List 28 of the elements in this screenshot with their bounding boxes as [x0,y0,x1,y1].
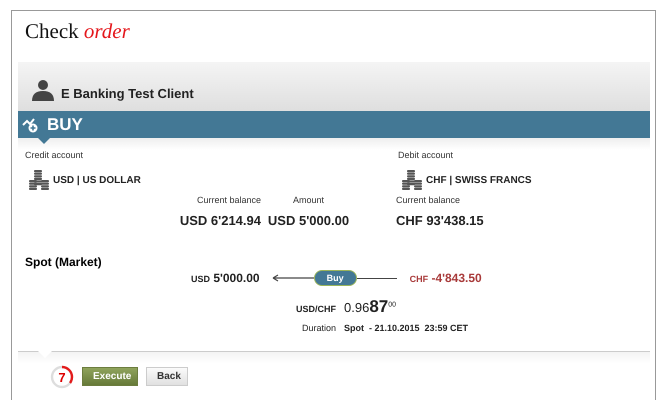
sell-amount: CHF -4'843.50 [410,271,482,285]
buy-pill: Buy [314,270,357,286]
countdown-timer: 7 [50,365,74,389]
balance-label: Current balance [196,195,261,205]
duration-label: Duration [300,323,336,333]
account-label: Credit account [25,150,84,160]
left-arrow-icon [272,274,314,282]
duration-value: Spot - 21.10.2015 23:59 CET [344,323,468,333]
balance-value: USD 6'214.94 [180,213,261,228]
rate-value: 0.9687$^{00}$ [344,297,396,317]
balance-label: Current balance [396,195,460,205]
rate-label: USD/CHF [295,304,336,314]
account-label: Debit account [398,150,454,160]
pointer-notch [38,351,52,358]
account-currency: USD | US DOLLAR [53,174,141,186]
order-kind-label: Spot (Market) [25,255,103,267]
execute-button[interactable]: Execute [82,367,138,386]
order-type-label: BUY [47,114,83,134]
buy-amount: USD 5'000.00 [191,271,260,285]
person-icon [31,79,55,101]
back-button[interactable]: Back [146,367,188,386]
client-name: E Banking Test Client [61,86,194,101]
account-currency: CHF | SWISS FRANCS [426,174,532,186]
balance-value: CHF 93'438.15 [396,213,484,228]
balance-label: Amount [292,195,324,205]
page-title: Check order [24,18,131,45]
chart-plus-icon [22,116,40,134]
balance-value: USD 5'000.00 [268,213,350,228]
